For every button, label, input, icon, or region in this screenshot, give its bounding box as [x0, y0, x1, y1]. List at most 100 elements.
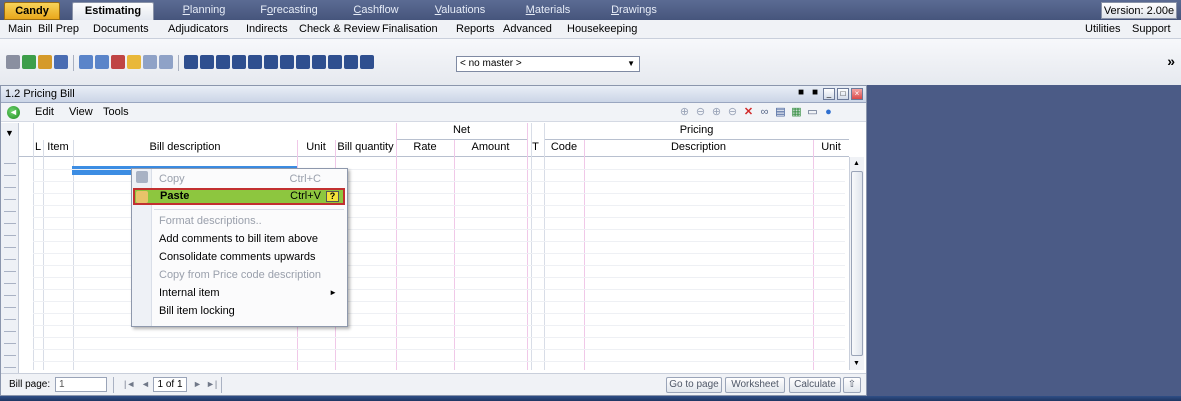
col-header-bill-description[interactable]: Bill description	[73, 141, 297, 153]
menu-utilities[interactable]: Utilities	[1085, 23, 1120, 35]
pin-icon[interactable]: ■	[795, 88, 807, 100]
context-paste[interactable]: Paste Ctrl+V ?	[133, 188, 345, 205]
bill-icon[interactable]	[22, 55, 36, 69]
back-arrow-icon[interactable]: ◄	[7, 106, 20, 119]
help-icon[interactable]: ●	[822, 106, 835, 119]
crane-icon[interactable]	[312, 55, 326, 69]
refresh-icon[interactable]	[360, 55, 374, 69]
collapse-up-icon[interactable]: ⇧	[843, 377, 861, 393]
go-to-page-button[interactable]: Go to page	[666, 377, 722, 393]
minimize-button[interactable]: _	[823, 88, 835, 100]
context-copy[interactable]: Copy Ctrl+C	[153, 171, 345, 188]
menu-reports[interactable]: Reports	[456, 23, 495, 35]
restore-button[interactable]: □	[837, 88, 849, 100]
menu-housekeeping[interactable]: Housekeeping	[567, 23, 637, 35]
menu-indirects[interactable]: Indirects	[246, 23, 288, 35]
context-consolidate-comments[interactable]: Consolidate comments upwards	[153, 249, 345, 266]
col-header-l[interactable]: L	[33, 141, 43, 153]
menu-documents[interactable]: Documents	[93, 23, 149, 35]
scrollbar-thumb[interactable]	[851, 171, 863, 356]
menu-adjudicators[interactable]: Adjudicators	[168, 23, 229, 35]
next-page-icon[interactable]: ►	[193, 379, 202, 389]
menu-edit[interactable]: Edit	[35, 106, 54, 118]
filter-icon[interactable]: ▼	[5, 128, 14, 138]
menu-advanced[interactable]: Advanced	[503, 23, 552, 35]
r-icon[interactable]	[232, 55, 246, 69]
col-header-code[interactable]: Code	[544, 141, 584, 153]
calendar-icon[interactable]	[111, 55, 125, 69]
print-icon[interactable]: ▭	[806, 106, 819, 119]
close-button[interactable]: ×	[851, 88, 863, 100]
last-page-icon[interactable]: ►|	[206, 379, 217, 389]
menu-main[interactable]: Main	[8, 23, 32, 35]
help-icon[interactable]: ?	[326, 191, 339, 202]
tools-icon[interactable]	[6, 55, 20, 69]
menu-support[interactable]: Support	[1132, 23, 1171, 35]
scroll-up-icon[interactable]: ▲	[853, 160, 860, 167]
diamond-icon[interactable]	[184, 55, 198, 69]
zoom-out-icon[interactable]: ⊖	[694, 106, 707, 119]
col-header-description[interactable]: Description	[584, 141, 813, 153]
calculate-button[interactable]: Calculate	[789, 377, 841, 393]
master-select[interactable]: < no master > ▼	[456, 56, 640, 72]
context-copy-from-price-code[interactable]: Copy from Price code description	[153, 267, 345, 284]
col-header-unit[interactable]: Unit	[297, 141, 335, 153]
import-icon[interactable]	[54, 55, 68, 69]
col-header-unit-pricing[interactable]: Unit	[813, 141, 849, 153]
col-header-rate[interactable]: Rate	[396, 141, 454, 153]
tab-candy[interactable]: Candy	[4, 2, 60, 20]
text-size-icon[interactable]	[264, 55, 278, 69]
vertical-scrollbar[interactable]: ▲ ▼	[849, 157, 864, 370]
add-circle-icon[interactable]: ⊕	[710, 106, 723, 119]
dock-icon[interactable]: ■	[809, 88, 821, 100]
col-header-bill-quantity[interactable]: Bill quantity	[335, 141, 396, 153]
sheet-icon[interactable]	[79, 55, 93, 69]
tab-materials[interactable]: Materials	[520, 2, 576, 20]
menu-tools[interactable]: Tools	[103, 106, 129, 118]
paste-icon[interactable]	[159, 55, 173, 69]
header-group-net: Net	[452, 124, 471, 136]
col-header-item[interactable]: Item	[43, 141, 73, 153]
menu-finalisation[interactable]: Finalisation	[382, 23, 438, 35]
edit-pencil-icon[interactable]	[38, 55, 52, 69]
worksheet-button[interactable]: Worksheet	[725, 377, 785, 393]
list-icon[interactable]	[95, 55, 109, 69]
p-icon[interactable]	[216, 55, 230, 69]
binoculars-icon[interactable]: ∞	[758, 106, 771, 119]
context-format-descriptions[interactable]: Format descriptions..	[153, 213, 345, 230]
tab-drawings[interactable]: Drawings	[606, 2, 662, 20]
version-button[interactable]: Version: 2.00e	[1101, 2, 1177, 19]
toolbar-separator	[178, 55, 179, 71]
book-icon[interactable]: ▤	[774, 106, 787, 119]
menu-bill-prep[interactable]: Bill Prep	[38, 23, 79, 35]
copy-icon[interactable]	[143, 55, 157, 69]
prev-page-icon[interactable]: ◄	[141, 379, 150, 389]
toolbar-more-icon[interactable]: »	[1167, 53, 1175, 69]
tab-estimating[interactable]: Estimating	[72, 2, 154, 20]
zoom-in-icon[interactable]: ⊕	[678, 106, 691, 119]
col-header-t[interactable]: T	[527, 141, 544, 153]
col-header-amount[interactable]: Amount	[454, 141, 527, 153]
print-icon[interactable]	[328, 55, 342, 69]
menu-view[interactable]: View	[69, 106, 93, 118]
first-page-icon[interactable]: |◄	[124, 379, 135, 389]
tab-valuations[interactable]: Valuations	[428, 2, 492, 20]
tab-cashflow[interactable]: Cashflow	[348, 2, 404, 20]
bill-page-input[interactable]: 1	[55, 377, 107, 392]
tab-planning[interactable]: Planning	[174, 2, 234, 20]
excel-icon[interactable]: ▦	[790, 106, 803, 119]
context-internal-item[interactable]: Internal item ►	[153, 285, 345, 302]
adj-icon[interactable]	[280, 55, 294, 69]
delete-icon[interactable]: ✕	[742, 106, 755, 119]
menu-check-review[interactable]: Check & Review	[299, 23, 380, 35]
m-icon[interactable]	[296, 55, 310, 69]
remove-circle-icon[interactable]: ⊖	[726, 106, 739, 119]
context-add-comments[interactable]: Add comments to bill item above	[153, 231, 345, 248]
heart-icon[interactable]	[127, 55, 141, 69]
tab-forecasting[interactable]: Forecasting	[254, 2, 324, 20]
export-icon[interactable]	[344, 55, 358, 69]
scroll-down-icon[interactable]: ▼	[853, 360, 860, 367]
e-icon[interactable]	[200, 55, 214, 69]
context-bill-item-locking[interactable]: Bill item locking	[153, 303, 345, 320]
t-icon[interactable]	[248, 55, 262, 69]
